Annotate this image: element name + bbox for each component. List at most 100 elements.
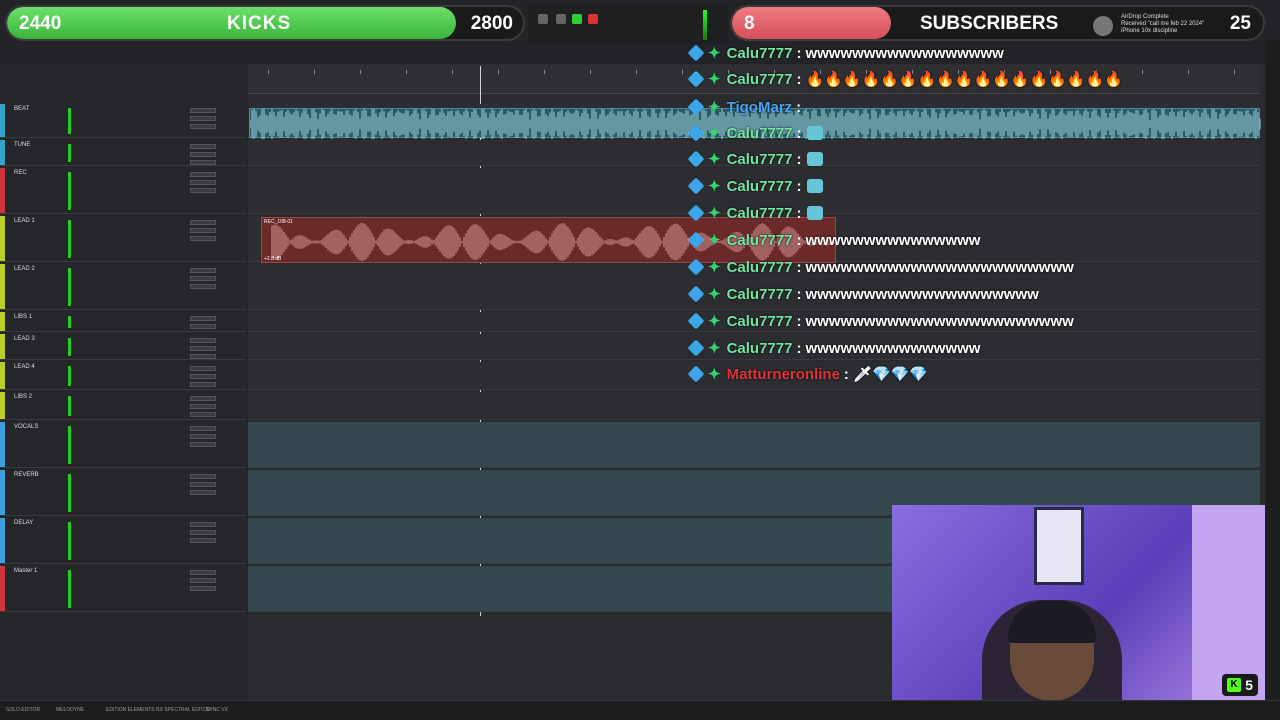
chat-username[interactable]: Calu7777: [727, 71, 793, 88]
insert-slot[interactable]: [190, 324, 216, 329]
wall-poster: [1034, 507, 1084, 585]
insert-slot[interactable]: [190, 586, 216, 591]
chat-username[interactable]: Calu7777: [727, 259, 793, 276]
track-strip[interactable]: REVERB: [0, 470, 246, 516]
insert-slot[interactable]: [190, 396, 216, 401]
insert-slot[interactable]: [190, 116, 216, 121]
airdrop-notification[interactable]: AirDrop Complete Received "call me feb 2…: [1093, 14, 1223, 38]
track-lane[interactable]: [248, 392, 1260, 420]
record-button[interactable]: [588, 14, 598, 24]
insert-slot[interactable]: [190, 236, 216, 241]
insert-slot[interactable]: [190, 346, 216, 351]
track-meter: [68, 570, 71, 608]
insert-slot[interactable]: [190, 382, 216, 387]
chat-separator: :: [796, 339, 802, 357]
chat-message: ✦ Matturneronline: 🗡💎💎💎: [687, 363, 928, 385]
track-strip[interactable]: LEAD 4: [0, 362, 246, 390]
insert-slot[interactable]: [190, 180, 216, 185]
play-button[interactable]: [572, 14, 582, 24]
track-strip[interactable]: DELAY: [0, 518, 246, 564]
insert-slot[interactable]: [190, 124, 216, 129]
ruler-tick: [268, 70, 269, 74]
track-strip[interactable]: LIBS 2: [0, 392, 246, 420]
ruler-tick: [452, 70, 453, 74]
insert-slot[interactable]: [190, 220, 216, 225]
subscriber-badge-icon: [687, 285, 705, 303]
chat-username[interactable]: Calu7777: [727, 313, 793, 330]
track-color-tag: [0, 104, 5, 137]
track-strip[interactable]: Master 1: [0, 566, 246, 612]
insert-slot[interactable]: [190, 522, 216, 527]
bottom-tab[interactable]: EDITION ELEMENTS: [106, 707, 155, 713]
kicks-label: KICKS: [227, 13, 292, 34]
insert-slot[interactable]: [190, 354, 216, 359]
chat-username[interactable]: Calu7777: [727, 178, 793, 195]
track-strip[interactable]: LEAD 1: [0, 216, 246, 262]
insert-slot[interactable]: [190, 172, 216, 177]
stop-button[interactable]: [556, 14, 566, 24]
bottom-tab[interactable]: RX SPECTRAL EDITOR: [156, 707, 211, 713]
insert-slot[interactable]: [190, 374, 216, 379]
insert-slot[interactable]: [190, 538, 216, 543]
bottom-tab[interactable]: MELODYNE: [56, 707, 84, 713]
track-strip[interactable]: LEAD 3: [0, 334, 246, 360]
insert-slot[interactable]: [190, 490, 216, 495]
insert-slot[interactable]: [190, 108, 216, 113]
track-color-tag: [0, 140, 5, 165]
chat-separator: :: [796, 70, 802, 88]
bottom-tab[interactable]: SYNC VX: [206, 707, 228, 713]
track-strip[interactable]: LIBS 1: [0, 312, 246, 332]
insert-slot[interactable]: [190, 268, 216, 273]
chat-username[interactable]: Calu7777: [727, 45, 793, 62]
kick-follower-badge: K 5: [1222, 674, 1258, 696]
insert-slot[interactable]: [190, 276, 216, 281]
chat-username[interactable]: Calu7777: [727, 125, 793, 142]
insert-slot[interactable]: [190, 426, 216, 431]
track-color-tag: [0, 422, 5, 467]
insert-slot[interactable]: [190, 160, 216, 165]
track-name: LIBS 1: [14, 314, 33, 320]
bottom-tab[interactable]: SOLO EDITOR: [6, 707, 40, 713]
insert-slot[interactable]: [190, 316, 216, 321]
chat-username[interactable]: Calu7777: [727, 205, 793, 222]
track-name: LEAD 1: [14, 218, 35, 224]
insert-slot[interactable]: [190, 412, 216, 417]
chat-username[interactable]: Calu7777: [727, 340, 793, 357]
track-strip[interactable]: REC: [0, 168, 246, 214]
track-meter: [68, 474, 71, 512]
track-name: LEAD 4: [14, 364, 35, 370]
track-meter: [68, 522, 71, 560]
track-strip[interactable]: VOCALS: [0, 422, 246, 468]
chat-username[interactable]: Calu7777: [727, 151, 793, 168]
chat-username[interactable]: Matturneronline: [727, 366, 840, 383]
insert-slot[interactable]: [190, 442, 216, 447]
insert-slot[interactable]: [190, 284, 216, 289]
insert-slot[interactable]: [190, 434, 216, 439]
chat-username[interactable]: Calu7777: [727, 286, 793, 303]
track-strip[interactable]: LEAD 2: [0, 264, 246, 310]
insert-slot[interactable]: [190, 482, 216, 487]
track-name: LEAD 3: [14, 336, 35, 342]
insert-slot[interactable]: [190, 144, 216, 149]
insert-slot[interactable]: [190, 530, 216, 535]
insert-slot[interactable]: [190, 338, 216, 343]
insert-slot[interactable]: [190, 578, 216, 583]
track-strip[interactable]: BEAT: [0, 104, 246, 138]
insert-slot[interactable]: [190, 570, 216, 575]
chat-username[interactable]: TigoMarz: [727, 99, 793, 116]
insert-slot[interactable]: [190, 228, 216, 233]
chat-username[interactable]: Calu7777: [727, 232, 793, 249]
insert-slot[interactable]: [190, 366, 216, 371]
insert-slot[interactable]: [190, 474, 216, 479]
insert-slot[interactable]: [190, 404, 216, 409]
rewind-button[interactable]: [538, 14, 548, 24]
chat-message: ✦ Calu7777: wwwwwwwwwwwwwww: [687, 229, 980, 251]
track-lane[interactable]: [248, 422, 1260, 468]
insert-slot[interactable]: [190, 152, 216, 157]
ruler-tick: [314, 70, 315, 74]
insert-slot[interactable]: [190, 188, 216, 193]
ruler-tick: [360, 70, 361, 74]
chat-text: wwwwwwwwwwwwwwwwwwww: [805, 285, 1039, 303]
verified-badge-icon: ✦: [708, 99, 721, 116]
track-strip[interactable]: TUNE: [0, 140, 246, 166]
